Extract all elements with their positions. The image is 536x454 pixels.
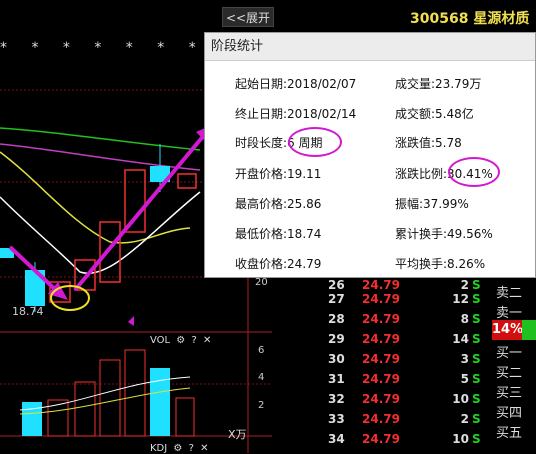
help-icon[interactable]: ? <box>189 443 194 454</box>
stat-high-price: 最高价格:25.86 <box>235 197 322 211</box>
close-icon[interactable]: ✕ <box>203 335 211 346</box>
candle <box>124 169 146 233</box>
tick-direction: S <box>472 332 481 346</box>
tick-price: 24.79 <box>362 412 400 426</box>
tick-minute: 33 <box>328 412 345 426</box>
stat-low-price: 最低价格:18.74 <box>235 227 322 241</box>
order-level-buy2: 买二 <box>496 366 523 381</box>
stock-title: 300568 星源材质 <box>410 11 530 27</box>
tick-qty: 2 <box>460 278 469 292</box>
order-level-buy3: 买三 <box>496 386 523 401</box>
ratio-bar <box>522 320 536 340</box>
gear-icon[interactable]: ⚙ <box>173 443 182 454</box>
tick-qty: 8 <box>460 312 469 326</box>
stat-avg-turnover: 平均换手:8.26% <box>395 257 486 271</box>
vol-axis-tick: 6 <box>258 345 265 356</box>
order-level-sell2: 卖二 <box>496 286 523 301</box>
stat-close-price: 收盘价格:24.79 <box>235 257 322 271</box>
annotation-arrow <box>73 132 207 292</box>
tick-price: 24.79 <box>362 292 400 306</box>
tick-direction: S <box>472 312 481 326</box>
tick-price: 24.79 <box>362 432 400 446</box>
tick-qty: 10 <box>452 392 469 406</box>
volume-bar <box>150 368 170 436</box>
tick-minute: 31 <box>328 372 345 386</box>
volume-indicator-title[interactable]: VOL ⚙ ? ✕ <box>150 335 211 346</box>
tick-price: 24.79 <box>362 312 400 326</box>
tick-direction: S <box>472 292 481 306</box>
stat-amplitude: 振幅:37.99% <box>395 197 469 211</box>
order-level-buy1: 买一 <box>496 346 523 361</box>
tick-qty: 14 <box>452 332 469 346</box>
volume-unit-label: X万 <box>228 428 247 441</box>
tick-direction: S <box>472 352 481 366</box>
candle <box>177 173 197 189</box>
tick-price: 24.79 <box>362 372 400 386</box>
gear-icon[interactable]: ⚙ <box>176 335 185 346</box>
tick-qty: 5 <box>460 372 469 386</box>
tick-qty: 10 <box>452 432 469 446</box>
tick-price: 24.79 <box>362 332 400 346</box>
order-level-buy5: 买五 <box>496 426 523 441</box>
stat-turnover-amount: 成交额:5.48亿 <box>395 107 474 121</box>
vol-axis-tick: 4 <box>258 372 265 383</box>
stat-start-date: 起始日期:2018/02/07 <box>235 77 357 91</box>
stat-volume: 成交量:23.79万 <box>395 77 482 91</box>
order-level-buy4: 买四 <box>496 406 523 421</box>
kdj-indicator-title[interactable]: KDJ ⚙ ? ✕ <box>150 443 208 454</box>
tick-qty: 2 <box>460 412 469 426</box>
stat-cumulative-turnover: 累计换手:49.56% <box>395 227 493 241</box>
highlight-ring <box>448 157 500 187</box>
tick-direction: S <box>472 412 481 426</box>
marker-stars: * * * * * * * * <box>0 40 238 56</box>
period-stats-dialog[interactable]: 阶段统计 起始日期:2018/02/07 成交量:23.79万 终止日期:201… <box>204 32 536 278</box>
volume-bar <box>22 402 42 436</box>
volume-bar <box>47 399 69 437</box>
candle <box>99 221 121 283</box>
tick-minute: 27 <box>328 292 345 306</box>
price-axis-tick: 20 <box>255 277 268 288</box>
tick-minute: 26 <box>328 278 345 292</box>
kdj-title-text: KDJ <box>150 443 168 454</box>
tick-qty: 3 <box>460 352 469 366</box>
ma-line-green <box>0 127 201 151</box>
tick-minute: 30 <box>328 352 345 366</box>
volume-bar <box>74 381 96 437</box>
tick-price: 24.79 <box>362 392 400 406</box>
tick-direction: S <box>472 392 481 406</box>
tick-qty: 12 <box>452 292 469 306</box>
change-percent-badge: 14% <box>492 320 523 340</box>
stat-open-price: 开盘价格:19.11 <box>235 167 322 181</box>
tick-minute: 32 <box>328 392 345 406</box>
marker-triangle <box>128 316 134 326</box>
vol-axis-tick: 2 <box>258 400 265 411</box>
stat-change-value: 涨跌值:5.78 <box>395 136 462 150</box>
volume-bar <box>99 359 121 437</box>
tick-direction: S <box>472 278 481 292</box>
tick-minute: 28 <box>328 312 345 326</box>
close-icon[interactable]: ✕ <box>200 443 208 454</box>
highlight-ring <box>288 127 342 157</box>
tick-price: 24.79 <box>362 352 400 366</box>
volume-bar <box>175 397 195 437</box>
volume-bar <box>124 349 146 437</box>
expand-button[interactable]: <<展开 <box>222 7 274 27</box>
stat-end-date: 终止日期:2018/02/14 <box>235 107 357 121</box>
tick-price: 24.79 <box>362 278 400 292</box>
order-level-sell1: 卖一 <box>496 306 523 321</box>
tick-minute: 34 <box>328 432 345 446</box>
vol-title-text: VOL <box>150 335 171 346</box>
tick-direction: S <box>472 432 481 446</box>
low-price-label: 18.74 <box>12 305 44 318</box>
tick-direction: S <box>472 372 481 386</box>
tick-minute: 29 <box>328 332 345 346</box>
dialog-title: 阶段统计 <box>205 33 535 61</box>
help-icon[interactable]: ? <box>191 335 196 346</box>
